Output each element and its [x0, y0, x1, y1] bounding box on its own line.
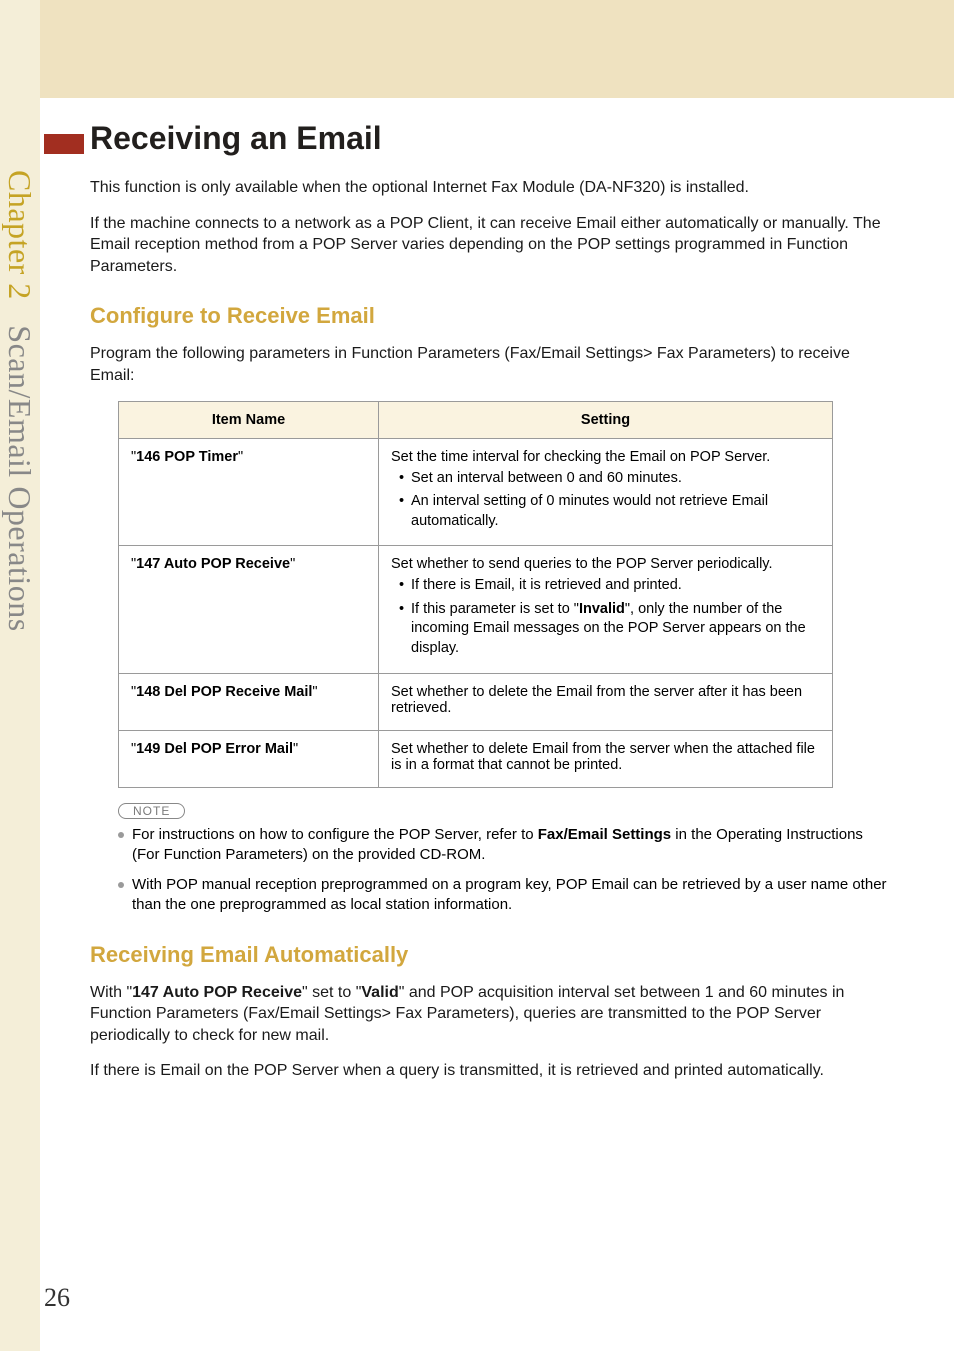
table-cell-item: "148 Del POP Receive Mail" — [119, 673, 379, 730]
table-cell-item: "147 Auto POP Receive" — [119, 546, 379, 673]
table-row: "148 Del POP Receive Mail"Set whether to… — [119, 673, 833, 730]
table-cell-item: "149 Del POP Error Mail" — [119, 730, 379, 787]
settings-table: Item Name Setting "146 POP Timer"Set the… — [118, 401, 833, 788]
table-row: "149 Del POP Error Mail"Set whether to d… — [119, 730, 833, 787]
table-header-setting: Setting — [379, 401, 833, 438]
sidebar-title: Chapter 2 Scan/Email Operations — [1, 170, 38, 632]
intro-paragraph-2: If the machine connects to a network as … — [90, 213, 894, 278]
note-label: NOTE — [118, 803, 185, 819]
section2-p1: With "147 Auto POP Receive" set to "Vali… — [90, 982, 894, 1047]
table-row: "146 POP Timer"Set the time interval for… — [119, 438, 833, 546]
intro-paragraph-1: This function is only available when the… — [90, 177, 894, 199]
table-cell-setting: Set whether to send queries to the POP S… — [379, 546, 833, 673]
note-item: With POP manual reception preprogrammed … — [118, 875, 894, 916]
notes-list: For instructions on how to configure the… — [90, 825, 894, 916]
page-heading: Receiving an Email — [90, 120, 894, 157]
chapter-label: Chapter 2 — [2, 170, 38, 300]
header-bar — [0, 0, 954, 98]
page-number: 26 — [44, 1283, 70, 1313]
page-content: Receiving an Email This function is only… — [90, 120, 894, 1096]
table-header-item: Item Name — [119, 401, 379, 438]
table-row: "147 Auto POP Receive"Set whether to sen… — [119, 546, 833, 673]
table-cell-setting: Set the time interval for checking the E… — [379, 438, 833, 546]
note-item: For instructions on how to configure the… — [118, 825, 894, 866]
section1-intro: Program the following parameters in Func… — [90, 343, 894, 386]
section-marker — [44, 134, 84, 154]
chapter-title: Scan/Email Operations — [2, 325, 38, 631]
table-cell-setting: Set whether to delete the Email from the… — [379, 673, 833, 730]
section2-p2: If there is Email on the POP Server when… — [90, 1060, 894, 1082]
table-cell-item: "146 POP Timer" — [119, 438, 379, 546]
section-heading-auto: Receiving Email Automatically — [90, 942, 894, 968]
section-heading-configure: Configure to Receive Email — [90, 303, 894, 329]
table-cell-setting: Set whether to delete Email from the ser… — [379, 730, 833, 787]
